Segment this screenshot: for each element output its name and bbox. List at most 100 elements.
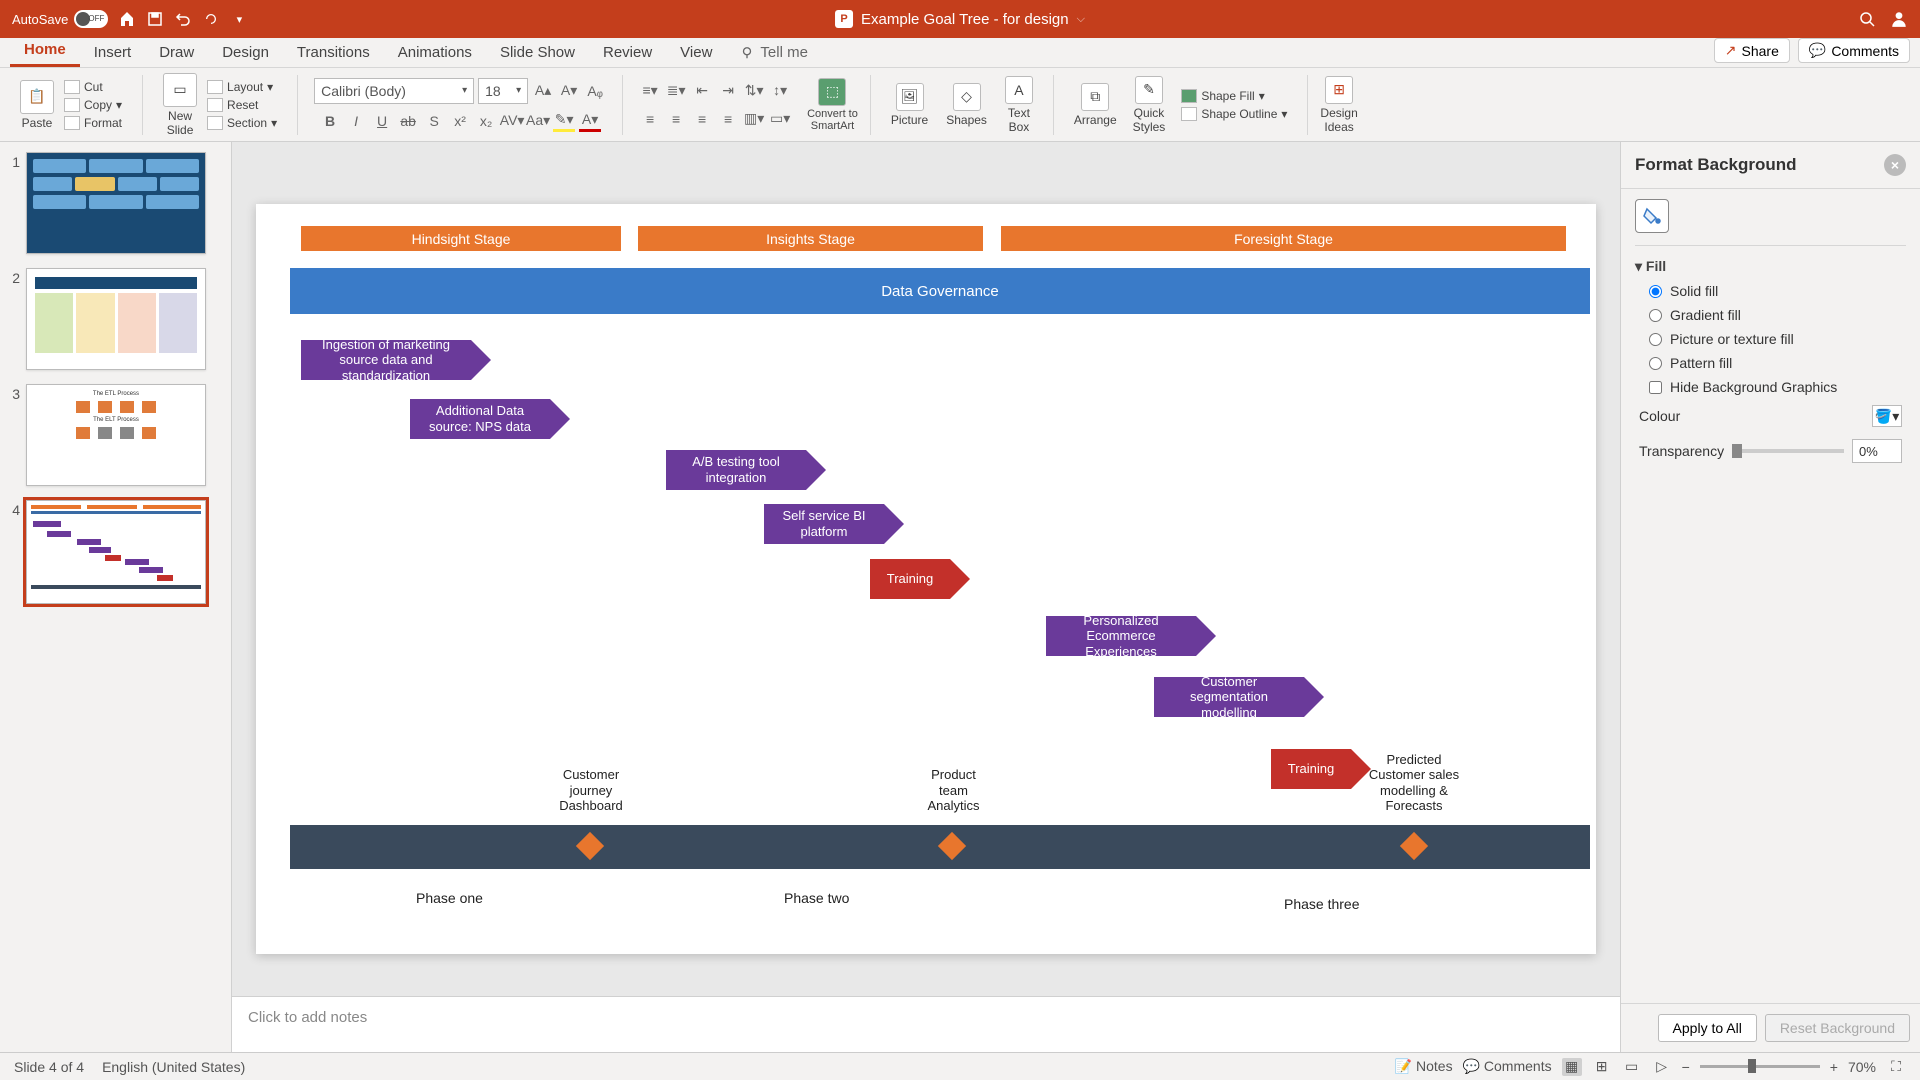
fit-to-window-icon[interactable]: ⛶ [1886,1058,1906,1076]
font-color-button[interactable]: A▾ [579,110,601,132]
tab-slideshow[interactable]: Slide Show [486,38,589,67]
normal-view-icon[interactable]: ▦ [1562,1058,1582,1076]
data-governance-bar[interactable]: Data Governance [290,268,1590,314]
colour-picker-button[interactable]: 🪣▾ [1872,405,1902,427]
stage-foresight[interactable]: Foresight Stage [1001,226,1566,251]
undo-icon[interactable] [174,10,192,28]
increase-indent-button[interactable]: ⇥ [717,80,739,102]
bullets-button[interactable]: ≡▾ [639,80,661,102]
transparency-slider[interactable] [1732,449,1844,453]
slide-thumbnail-3[interactable]: The ETL ProcessThe ELT Process [26,384,206,486]
tab-home[interactable]: Home [10,35,80,67]
align-text-button[interactable]: ▭▾ [769,108,791,130]
bold-button[interactable]: B [319,110,341,132]
tab-insert[interactable]: Insert [80,38,146,67]
section-button[interactable]: Section ▾ [203,115,281,131]
phase-two-label[interactable]: Phase two [784,890,849,906]
layout-button[interactable]: Layout ▾ [203,79,281,95]
strikethrough-button[interactable]: ab [397,110,419,132]
comments-button[interactable]: 💬Comments [1798,38,1910,63]
autosave-toggle[interactable]: AutoSave OFF [12,10,108,28]
fill-group-header[interactable]: ▾ Fill [1635,254,1906,279]
stage-hindsight[interactable]: Hindsight Stage [301,226,621,251]
tell-me-search[interactable]: Tell me [726,38,822,67]
stage-insights[interactable]: Insights Stage [638,226,983,251]
fill-tab-icon[interactable] [1635,199,1669,233]
decrease-font-icon[interactable]: A▾ [558,80,580,102]
highlight-button[interactable]: ✎▾ [553,110,575,132]
tab-view[interactable]: View [666,38,726,67]
slide-indicator[interactable]: Slide 4 of 4 [14,1059,84,1075]
transparency-value[interactable]: 0% [1852,439,1902,463]
label-customer-journey[interactable]: Customer journey Dashboard [551,767,631,814]
reading-view-icon[interactable]: ▭ [1622,1058,1642,1076]
chevron-training-2[interactable]: Training [1271,749,1351,789]
hide-bg-checkbox[interactable]: Hide Background Graphics [1635,375,1906,399]
qat-more-icon[interactable]: ▾ [230,10,248,28]
new-slide-button[interactable]: ▭New Slide [159,71,201,139]
gradient-fill-radio[interactable]: Gradient fill [1635,303,1906,327]
align-center-button[interactable]: ≡ [665,108,687,130]
picture-fill-radio[interactable]: Picture or texture fill [1635,327,1906,351]
reset-background-button[interactable]: Reset Background [1765,1014,1910,1042]
quick-styles-button[interactable]: ✎Quick Styles [1129,74,1170,136]
chevron-segmentation[interactable]: Customer segmentation modelling [1154,677,1304,717]
slide-thumbnail-4[interactable] [26,500,206,604]
chevron-personalized-ecom[interactable]: Personalized Ecommerce Experiences [1046,616,1196,656]
increase-font-icon[interactable]: A▴ [532,80,554,102]
notes-pane[interactable]: Click to add notes [232,996,1620,1052]
notes-toggle[interactable]: 📝 Notes [1395,1058,1453,1075]
chevron-ingestion[interactable]: Ingestion of marketing source data and s… [301,340,471,380]
language-indicator[interactable]: English (United States) [102,1059,245,1075]
format-painter-button[interactable]: Format [60,115,126,131]
align-left-button[interactable]: ≡ [639,108,661,130]
tab-animations[interactable]: Animations [384,38,486,67]
tab-design[interactable]: Design [208,38,283,67]
shape-outline-button[interactable]: Shape Outline ▾ [1177,106,1291,122]
copy-button[interactable]: Copy ▾ [60,97,126,113]
picture-button[interactable]: 🖼Picture [887,81,932,129]
change-case-button[interactable]: Aa▾ [527,110,549,132]
zoom-out-button[interactable]: − [1682,1059,1690,1075]
cut-button[interactable]: Cut [60,79,126,95]
shape-fill-button[interactable]: Shape Fill ▾ [1177,88,1291,104]
zoom-slider[interactable] [1700,1065,1820,1068]
numbering-button[interactable]: ≣▾ [665,80,687,102]
share-button[interactable]: ↗Share [1714,38,1790,63]
phase-three-label[interactable]: Phase three [1284,896,1360,912]
tab-draw[interactable]: Draw [145,38,208,67]
save-icon[interactable] [146,10,164,28]
align-right-button[interactable]: ≡ [691,108,713,130]
columns-button[interactable]: ▥▾ [743,108,765,130]
justify-button[interactable]: ≡ [717,108,739,130]
comments-toggle[interactable]: 💬 Comments [1463,1058,1552,1075]
shadow-button[interactable]: S [423,110,445,132]
zoom-in-button[interactable]: + [1830,1059,1838,1075]
convert-smartart-button[interactable]: ⬚Convert to SmartArt [803,76,862,134]
italic-button[interactable]: I [345,110,367,132]
phase-one-label[interactable]: Phase one [416,890,483,906]
redo-icon[interactable] [202,10,220,28]
font-size-select[interactable]: 18▾ [478,78,528,104]
tab-transitions[interactable]: Transitions [283,38,384,67]
slideshow-view-icon[interactable]: ▷ [1652,1058,1672,1076]
textbox-button[interactable]: AText Box [1001,74,1037,136]
chevron-training-1[interactable]: Training [870,559,950,599]
chevron-ab-testing[interactable]: A/B testing tool integration [666,450,806,490]
clear-format-icon[interactable]: Aᵩ [584,80,606,102]
apply-to-all-button[interactable]: Apply to All [1658,1014,1757,1042]
superscript-button[interactable]: x² [449,110,471,132]
subscript-button[interactable]: x₂ [475,110,497,132]
label-product-analytics[interactable]: Product team Analytics [916,767,991,814]
chevron-self-service-bi[interactable]: Self service BI platform [764,504,884,544]
text-direction-button[interactable]: ↕▾ [769,80,791,102]
home-icon[interactable] [118,10,136,28]
font-name-select[interactable]: Calibri (Body)▾ [314,78,474,104]
sorter-view-icon[interactable]: ⊞ [1592,1058,1612,1076]
chevron-nps[interactable]: Additional Data source: NPS data [410,399,550,439]
label-predicted-sales[interactable]: Predicted Customer sales modelling & For… [1364,752,1464,814]
underline-button[interactable]: U [371,110,393,132]
paste-button[interactable]: 📋Paste [16,78,58,132]
pattern-fill-radio[interactable]: Pattern fill [1635,351,1906,375]
decrease-indent-button[interactable]: ⇤ [691,80,713,102]
